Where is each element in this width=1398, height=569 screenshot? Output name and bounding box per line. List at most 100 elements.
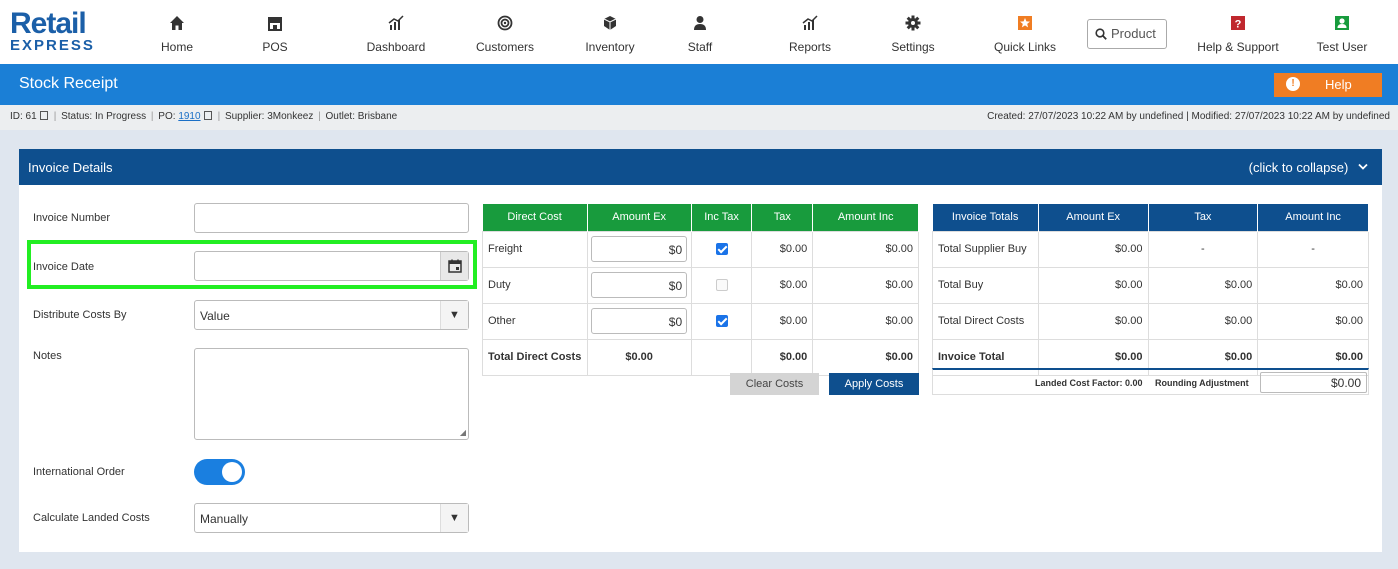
nav-quick-links-label: Quick Links: [993, 40, 1057, 54]
cost-tax: $0.00: [751, 230, 814, 268]
search-icon: [1095, 28, 1107, 40]
copy-icon[interactable]: [203, 111, 212, 120]
product-search[interactable]: Product: [1087, 19, 1167, 49]
total-amount-inc: $0.00: [812, 338, 919, 376]
target-icon: [497, 15, 513, 31]
freight-amount-input[interactable]: $0: [591, 236, 688, 262]
international-order-toggle[interactable]: [194, 459, 245, 485]
landed-cost-row: Landed Cost Factor: 0.00 Rounding Adjust…: [932, 368, 1369, 395]
chart-icon: [388, 15, 404, 30]
nav-home[interactable]: Home: [152, 14, 202, 58]
landed-costs-select[interactable]: Manually ▼: [194, 503, 469, 533]
resize-handle-icon[interactable]: ◢: [460, 428, 466, 437]
column-header: Amount Inc: [1257, 204, 1369, 231]
landed-costs-label: Calculate Landed Costs: [33, 512, 150, 524]
duty-amount-input[interactable]: $0: [591, 272, 688, 298]
table-row: Duty $0 $0.00 $0.00: [482, 266, 919, 304]
total-name: Total Supplier Buy: [932, 230, 1039, 268]
dropdown-arrow-icon: ▼: [440, 504, 468, 532]
other-amount-input[interactable]: $0: [591, 308, 688, 334]
total-direct-costs-label: Total Direct Costs: [482, 338, 588, 376]
help-button-label: Help: [1325, 77, 1352, 92]
nav-pos[interactable]: POS: [250, 14, 300, 58]
po-link[interactable]: 1910: [178, 111, 200, 122]
cost-amount-inc: $0.00: [812, 266, 919, 304]
logo-line1: Retail: [10, 7, 87, 40]
total-amount-ex: $0.00: [1037, 266, 1149, 304]
collapse-label: (click to collapse): [1248, 160, 1349, 175]
other-inc-tax-checkbox[interactable]: [715, 315, 728, 328]
nav-customers[interactable]: Customers: [470, 14, 540, 58]
receipt-status: Status: In Progress: [61, 111, 147, 122]
total-tax: $0.00: [1147, 302, 1259, 340]
invoice-number-input[interactable]: [194, 203, 469, 233]
total-amount-ex: $0.00: [1037, 302, 1149, 340]
nav-staff[interactable]: Staff: [680, 14, 720, 58]
table-row: Total Direct Costs $0.00 $0.00 $0.00: [932, 302, 1369, 340]
collapse-toggle[interactable]: (click to collapse): [1249, 160, 1368, 175]
nav-settings[interactable]: Settings: [886, 14, 940, 58]
nav-dashboard-label: Dashboard: [366, 40, 426, 54]
invoice-totals-header-row: Invoice Totals Amount Ex Tax Amount Inc: [932, 204, 1369, 231]
invoice-details-header[interactable]: Invoice Details (click to collapse): [19, 149, 1382, 185]
supplier-info: Supplier: 3Monkeez: [224, 111, 314, 122]
total-tax: $0.00: [751, 338, 814, 376]
nav-inventory[interactable]: Inventory: [578, 14, 642, 58]
distribute-costs-select[interactable]: Value ▼: [194, 300, 469, 330]
receipt-info-bar: ID: 61 | Status: In Progress | PO: 1910 | …: [0, 105, 1398, 130]
nav-dashboard[interactable]: Dashboard: [360, 14, 432, 58]
nav-help-support-label: Help & Support: [1197, 40, 1279, 54]
landed-cost-factor: Landed Cost Factor: 0.00: [1035, 378, 1143, 388]
question-icon: ?: [1231, 16, 1245, 31]
rounding-adjustment-label: Rounding Adjustment: [1155, 378, 1249, 388]
store-icon: [268, 17, 282, 31]
freight-inc-tax-checkbox[interactable]: [715, 243, 728, 256]
distribute-costs-value: Value: [200, 309, 230, 323]
total-amount-inc: $0.00: [1257, 266, 1369, 304]
table-row: Other $0 $0.00 $0.00: [482, 302, 919, 340]
total-amount-ex: $0.00: [586, 338, 692, 376]
column-header: Tax: [751, 204, 814, 231]
invoice-date-highlight: [27, 240, 477, 289]
star-icon: [1018, 16, 1032, 30]
nav-staff-label: Staff: [687, 40, 713, 54]
table-row: Total Supplier Buy $0.00 - -: [932, 230, 1369, 268]
cost-amount-inc: $0.00: [812, 302, 919, 340]
nav-test-user[interactable]: Test User: [1311, 14, 1373, 58]
total-name: Total Buy: [932, 266, 1039, 304]
nav-quick-links[interactable]: Quick Links: [990, 14, 1060, 58]
top-navigation: Retail EXPRESS Home POS Dashboard Custom…: [0, 0, 1398, 64]
home-icon: [170, 16, 184, 30]
total-amount-inc: $0.00: [1257, 302, 1369, 340]
duty-inc-tax-checkbox[interactable]: [715, 279, 728, 292]
copy-icon[interactable]: [39, 111, 48, 120]
notes-textarea[interactable]: ◢: [194, 348, 469, 440]
help-button[interactable]: ! Help: [1274, 73, 1382, 97]
column-header: Amount Ex: [587, 204, 692, 231]
total-amount-ex: $0.00: [1037, 230, 1149, 268]
nav-help-support[interactable]: ? Help & Support: [1192, 14, 1284, 58]
page-title: Stock Receipt: [19, 75, 118, 92]
nav-pos-label: POS: [262, 40, 288, 54]
clear-costs-button[interactable]: Clear Costs: [730, 373, 819, 395]
created-modified-info: Created: 27/07/2023 10:22 AM by undefine…: [987, 111, 1390, 122]
nav-reports-label: Reports: [788, 40, 832, 54]
gear-icon: [905, 15, 921, 31]
apply-costs-button[interactable]: Apply Costs: [829, 373, 919, 395]
column-header: Inc Tax: [691, 204, 753, 231]
column-header: Direct Cost: [482, 204, 588, 231]
international-order-label: International Order: [33, 466, 125, 478]
invoice-totals-table: Invoice Totals Amount Ex Tax Amount Inc …: [932, 204, 1369, 376]
nav-reports[interactable]: Reports: [784, 14, 836, 58]
nav-test-user-label: Test User: [1316, 40, 1368, 54]
logo-line2: EXPRESS: [10, 37, 95, 54]
svg-text:?: ?: [1235, 19, 1242, 31]
receipt-id: ID: 61: [10, 111, 37, 122]
chart-icon: [802, 15, 818, 30]
nav-inventory-label: Inventory: [585, 40, 635, 54]
po-label: PO:: [158, 111, 176, 122]
rounding-adjustment-input[interactable]: $0.00: [1260, 372, 1367, 393]
direct-costs-header-row: Direct Cost Amount Ex Inc Tax Tax Amount…: [482, 204, 919, 231]
nav-settings-label: Settings: [891, 40, 935, 54]
retail-express-logo[interactable]: Retail EXPRESS: [10, 7, 102, 54]
